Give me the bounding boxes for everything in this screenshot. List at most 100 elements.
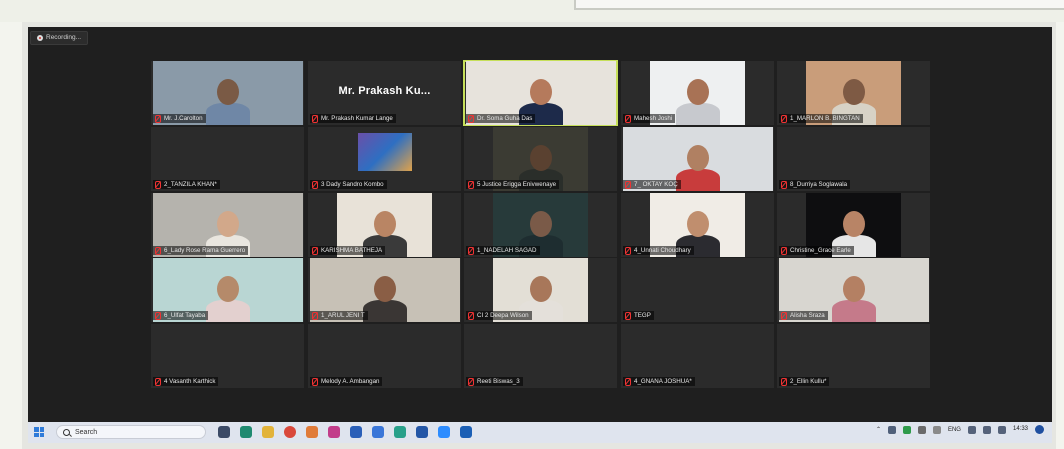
zoom-icon[interactable] [438,426,450,438]
participant-tile[interactable]: 5 Justice Erigga Enivwenaye [464,127,617,191]
mic-muted-icon [625,311,631,320]
speaker-icon[interactable] [982,425,991,434]
word-icon[interactable] [350,426,362,438]
participant-name-label: Mr. Prakash Kumar Lange [310,114,396,123]
tray-icon-2[interactable] [902,425,911,434]
participant-name-label: 3 Dady Sandro Kombo [310,180,387,189]
outlook-icon[interactable] [460,426,472,438]
participant-tile[interactable]: Melody A. Ambangan [308,324,461,388]
chrome-icon[interactable] [284,426,296,438]
record-icon [37,35,43,41]
participant-tile[interactable]: 3 Dady Sandro Kombo [308,127,461,191]
participant-name-label: Alisha Sraza [779,311,828,320]
mic-muted-icon [312,377,318,386]
clock[interactable]: 14:33 [1013,426,1028,433]
mic-muted-icon [625,114,631,123]
participant-name: Melody A. Ambangan [321,378,380,385]
participant-name-label: Mr. J.Carolton [153,114,206,123]
featured-participant-name: Mr. Prakash Ku... [338,85,431,97]
participant-name-label: 5 Justice Erigga Enivwenaye [466,180,560,189]
mic-muted-icon [155,311,161,320]
participant-name: 4 Vasanth Karthick [164,378,216,385]
participant-name-label: Dr. Soma Guha Das [466,114,536,123]
profile-picture [358,133,412,171]
mic-muted-icon [312,311,318,320]
participant-name-label: 6_Ulfat Tayaba [153,311,209,320]
participant-tile[interactable]: KARISHMA BATHEJA [308,193,461,257]
participant-name-label: Mahesh Joshi [623,114,676,123]
participant-tile[interactable]: 4_Unnati Choudhary [621,193,774,257]
participant-name-label: 8_Durriya Soglawala [779,180,851,189]
participant-tile[interactable]: 1_MARLON B. BINGTAN [777,61,930,125]
app-icon-4[interactable] [416,426,428,438]
participant-tile[interactable]: 2_TANZILA KHAN* [151,127,304,191]
task-view-icon[interactable] [218,426,230,438]
participant-name-label: 1_NADELAH SAGAD [466,246,540,255]
participant-tile[interactable]: Christine_Grace Earle [777,193,930,257]
participant-tile[interactable]: Reeti Biswas_3 [464,324,617,388]
participant-tile[interactable]: 2_Ellin Kullu* [777,324,930,388]
mic-muted-icon [312,246,318,255]
participant-tile[interactable]: 1_NADELAH SAGAD [464,193,617,257]
participant-tile[interactable]: Dr. Soma Guha Das [463,60,618,126]
search-placeholder: Search [75,429,98,436]
edge-icon[interactable] [240,426,252,438]
wifi-icon[interactable] [967,425,976,434]
battery-icon[interactable] [997,425,1006,434]
mic-muted-icon [468,180,474,189]
participant-name-label: 1_ARUL JENI T [310,311,368,320]
taskbar-search-input[interactable]: Search [56,425,206,439]
participant-tile[interactable]: 6_Ulfat Tayaba [151,258,304,322]
participant-tile[interactable]: Mr. J.Carolton [151,61,304,125]
participant-name: 8_Durriya Soglawala [790,181,848,188]
tray-icon-4[interactable] [932,425,941,434]
participant-tile[interactable]: TEGP [621,258,774,322]
participant-tile[interactable]: 4_GNANA JOSHUA* [621,324,774,388]
search-icon [63,429,70,436]
participant-tile[interactable]: Alisha Sraza [777,258,930,322]
store-icon[interactable] [306,426,318,438]
participant-name: Mahesh Joshi [634,115,673,122]
participant-name: 7_ OKTAY KOÇ [634,181,678,188]
windows-start-icon[interactable] [34,427,44,437]
notification-icon[interactable] [1035,425,1044,434]
participant-tile[interactable]: 1_ARUL JENI T [308,258,461,322]
app-icon-2[interactable] [372,426,384,438]
participant-name: 3 Dady Sandro Kombo [321,181,384,188]
mic-muted-icon [312,180,318,189]
windows-taskbar: Search ⌃ ENG 14:33 [28,422,1052,443]
mic-muted-icon [625,180,631,189]
recording-indicator[interactable]: Recording... [30,31,89,45]
app-icon-1[interactable] [328,426,340,438]
mic-muted-icon [625,377,631,386]
participant-name-label: 4_GNANA JOSHUA* [623,377,695,386]
mic-muted-icon [155,246,161,255]
participant-name-label: 1_MARLON B. BINGTAN [779,114,863,123]
mic-muted-icon [781,114,787,123]
participant-tile[interactable]: 7_ OKTAY KOÇ [621,127,774,191]
participant-name: 1_MARLON B. BINGTAN [790,115,860,122]
mic-muted-icon [781,377,787,386]
participant-name-label: 2_Ellin Kullu* [779,377,830,386]
participant-tile[interactable]: 4 Vasanth Karthick [151,324,304,388]
clock-time: 14:33 [1012,426,1028,432]
participant-tile[interactable]: CI 2 Deepa Wilson [464,258,617,322]
app-icon-3[interactable] [394,426,406,438]
file-explorer-icon[interactable] [262,426,274,438]
tray-icon-1[interactable] [887,425,896,434]
participant-name-label: 6_Lady Rose Rama Guerrero [153,246,249,255]
participant-tile[interactable]: Mr. Prakash Ku... Mr. Prakash Kumar Lange [308,61,461,125]
participant-tile[interactable]: Mahesh Joshi [621,61,774,125]
participant-name-label: Christine_Grace Earle [779,246,854,255]
recording-label: Recording... [46,34,82,41]
chevron-up-icon[interactable]: ⌃ [876,426,881,433]
participant-tile[interactable]: 6_Lady Rose Rama Guerrero [151,193,304,257]
mic-muted-icon [468,114,474,123]
tray-icon-3[interactable] [917,425,926,434]
language-indicator[interactable]: ENG [948,427,961,433]
participant-tile[interactable]: 8_Durriya Soglawala [777,127,930,191]
mic-muted-icon [155,180,161,189]
participant-name-label: 7_ OKTAY KOÇ [623,180,681,189]
participant-name: Mr. Prakash Kumar Lange [321,115,393,122]
mic-muted-icon [155,114,161,123]
